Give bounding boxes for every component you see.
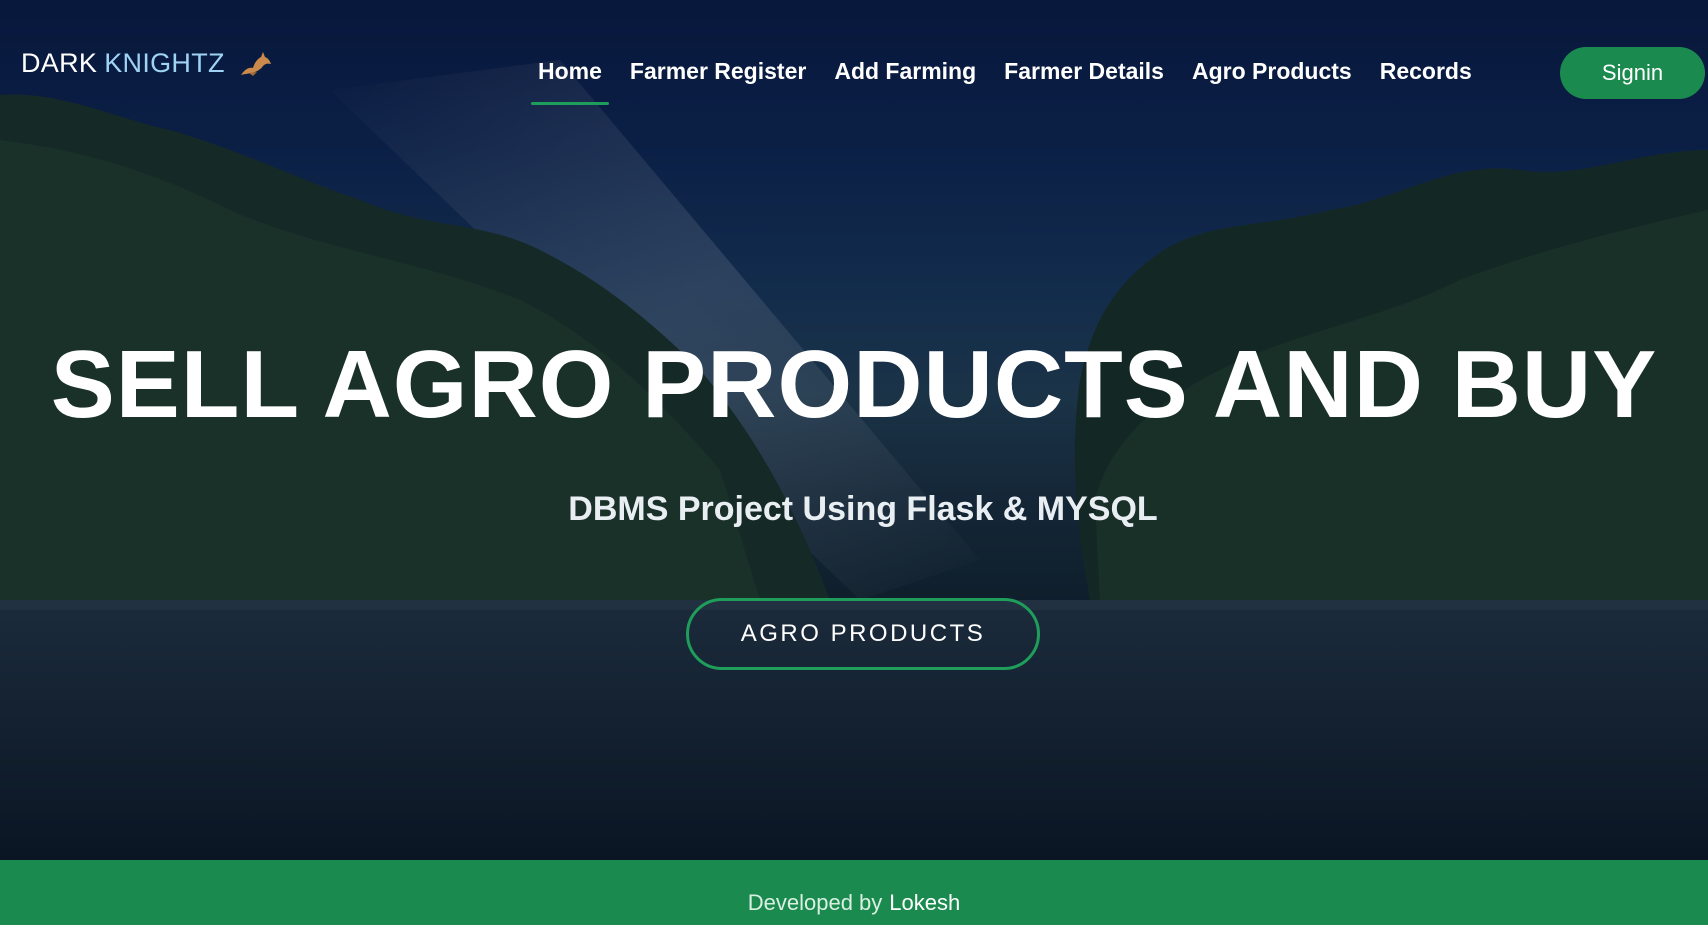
bat-icon [239,49,273,79]
nav-item-home[interactable]: Home [531,58,609,105]
footer-developer-name: Lokesh [889,889,961,915]
navbar: DARK KNIGHTZ Home Farmer Register Add Fa… [0,0,1708,120]
nav-item-farmer-register[interactable]: Farmer Register [630,58,806,85]
hero-subtitle: DBMS Project Using Flask & MYSQL [568,490,1158,528]
hero-section: DARK KNIGHTZ Home Farmer Register Add Fa… [0,0,1708,860]
brand-name-second: KNIGHTZ [104,48,225,78]
main-nav: Home Farmer Register Add Farming Farmer … [531,58,1500,105]
nav-item-agro-products[interactable]: Agro Products [1192,58,1352,85]
hero-title: SELL AGRO PRODUCTS AND BUY [50,331,1658,438]
brand-name-first: DARK [21,48,98,78]
nav-item-farmer-details[interactable]: Farmer Details [1004,58,1164,85]
footer-credit-prefix: Developed by [747,889,883,915]
footer: Developed by Lokesh [0,860,1708,925]
agro-products-cta-button[interactable]: AGRO PRODUCTS [686,598,1040,670]
signin-button[interactable]: Signin [1560,47,1705,99]
nav-item-records[interactable]: Records [1380,58,1472,85]
nav-item-add-farming[interactable]: Add Farming [834,58,976,85]
brand-logo[interactable]: DARK KNIGHTZ [21,48,273,79]
